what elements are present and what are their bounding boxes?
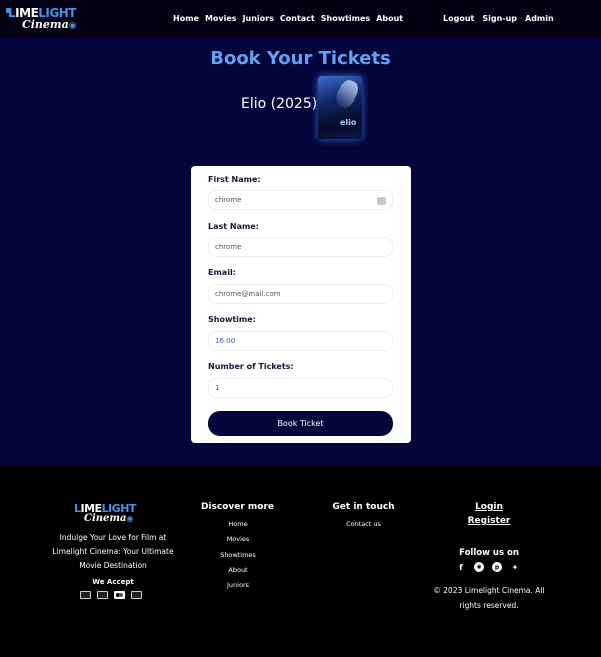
credit-card-icon bbox=[97, 591, 108, 599]
autofill-icon[interactable] bbox=[377, 197, 386, 205]
twitter-icon[interactable]: ✦ bbox=[510, 562, 520, 572]
footer-link-showtimes[interactable]: Showtimes bbox=[212, 551, 264, 566]
camera-icon: ◉ bbox=[68, 21, 77, 31]
top-navbar: LIMELIGHT Cinema◉ Home Movies Juniors Co… bbox=[0, 0, 601, 38]
nav-link-showtimes[interactable]: Showtimes bbox=[321, 14, 370, 23]
dribbble-icon[interactable]: ✺ bbox=[474, 562, 484, 572]
email-value: chrome@mail.com bbox=[215, 290, 281, 298]
booking-form: First Name: chrome Last Name: chrome Ema… bbox=[191, 166, 411, 443]
pinterest-icon[interactable]: p bbox=[492, 562, 502, 572]
nav-link-admin[interactable]: Admin bbox=[525, 14, 554, 23]
site-footer: LIMELIGHT Cinema◉ Indulge Your Love for … bbox=[0, 465, 601, 657]
nav-link-about[interactable]: About bbox=[376, 14, 403, 23]
tickets-field[interactable]: 1 bbox=[208, 378, 393, 398]
first-name-field[interactable]: chrome bbox=[208, 190, 393, 210]
nav-link-contact[interactable]: Contact bbox=[280, 14, 315, 23]
footer-link-movies[interactable]: Movies bbox=[212, 535, 264, 550]
payment-methods bbox=[80, 591, 142, 599]
email-label: Email: bbox=[208, 268, 236, 277]
tickets-label: Number of Tickets: bbox=[208, 362, 294, 371]
account-nav-links: Logout Sign-up Admin bbox=[443, 14, 554, 23]
first-name-label: First Name: bbox=[208, 175, 261, 184]
last-name-value: chrome bbox=[215, 243, 242, 251]
payment-heading: We Accept bbox=[92, 578, 134, 586]
first-name-value: chrome bbox=[215, 196, 242, 204]
main-nav-links: Home Movies Juniors Contact Showtimes Ab… bbox=[173, 14, 403, 23]
camera-icon: ◉ bbox=[126, 513, 134, 523]
book-ticket-button[interactable]: Book Ticket bbox=[208, 411, 393, 436]
site-logo[interactable]: LIMELIGHT Cinema◉ bbox=[6, 6, 84, 32]
last-name-label: Last Name: bbox=[208, 222, 259, 231]
tickets-value: 1 bbox=[215, 384, 220, 392]
page-title: Book Your Tickets bbox=[210, 48, 391, 69]
nav-link-home[interactable]: Home bbox=[173, 14, 199, 23]
footer-link-contact-us[interactable]: Contact us bbox=[335, 520, 392, 535]
copyright-text: © 2023 Limelight Cinema. All rights rese… bbox=[433, 586, 545, 610]
contact-heading: Get in touch bbox=[332, 502, 395, 512]
showtime-value: 16:00 bbox=[215, 337, 236, 345]
nav-link-movies[interactable]: Movies bbox=[205, 14, 237, 23]
footer-login-link[interactable]: Login bbox=[452, 502, 526, 512]
last-name-field[interactable]: chrome bbox=[208, 237, 393, 257]
nav-link-logout[interactable]: Logout bbox=[443, 14, 474, 23]
discover-links: Home Movies Showtimes About Juniors bbox=[212, 520, 264, 596]
email-field[interactable]: chrome@mail.com bbox=[208, 284, 393, 304]
follow-heading: Follow us on bbox=[459, 548, 519, 558]
showtime-label: Showtime: bbox=[208, 315, 256, 324]
footer-logo[interactable]: LIMELIGHT Cinema◉ bbox=[70, 502, 140, 526]
mastercard-icon bbox=[114, 591, 125, 599]
contact-links: Contact us bbox=[335, 520, 392, 535]
poster-light-beam bbox=[332, 77, 362, 111]
footer-link-home[interactable]: Home bbox=[212, 520, 264, 535]
amex-card-icon bbox=[131, 591, 142, 599]
poster-title-text: elio bbox=[340, 118, 357, 127]
social-links: f ✺ p ✦ bbox=[456, 562, 520, 572]
movie-title: Elio (2025) bbox=[241, 96, 318, 112]
footer-link-about[interactable]: About bbox=[212, 566, 264, 581]
discover-heading: Discover more bbox=[200, 502, 275, 512]
footer-tagline: Indulge Your Love for Film at Limelight … bbox=[52, 533, 174, 570]
nav-link-signup[interactable]: Sign-up bbox=[482, 14, 517, 23]
visa-card-icon bbox=[80, 591, 91, 599]
facebook-icon[interactable]: f bbox=[456, 562, 466, 572]
nav-link-juniors[interactable]: Juniors bbox=[243, 14, 274, 23]
footer-register-link[interactable]: Register bbox=[452, 516, 526, 526]
footer-link-juniors[interactable]: Juniors bbox=[212, 581, 264, 596]
showtime-field[interactable]: 16:00 bbox=[208, 331, 393, 351]
movie-poster: elio bbox=[318, 76, 362, 139]
